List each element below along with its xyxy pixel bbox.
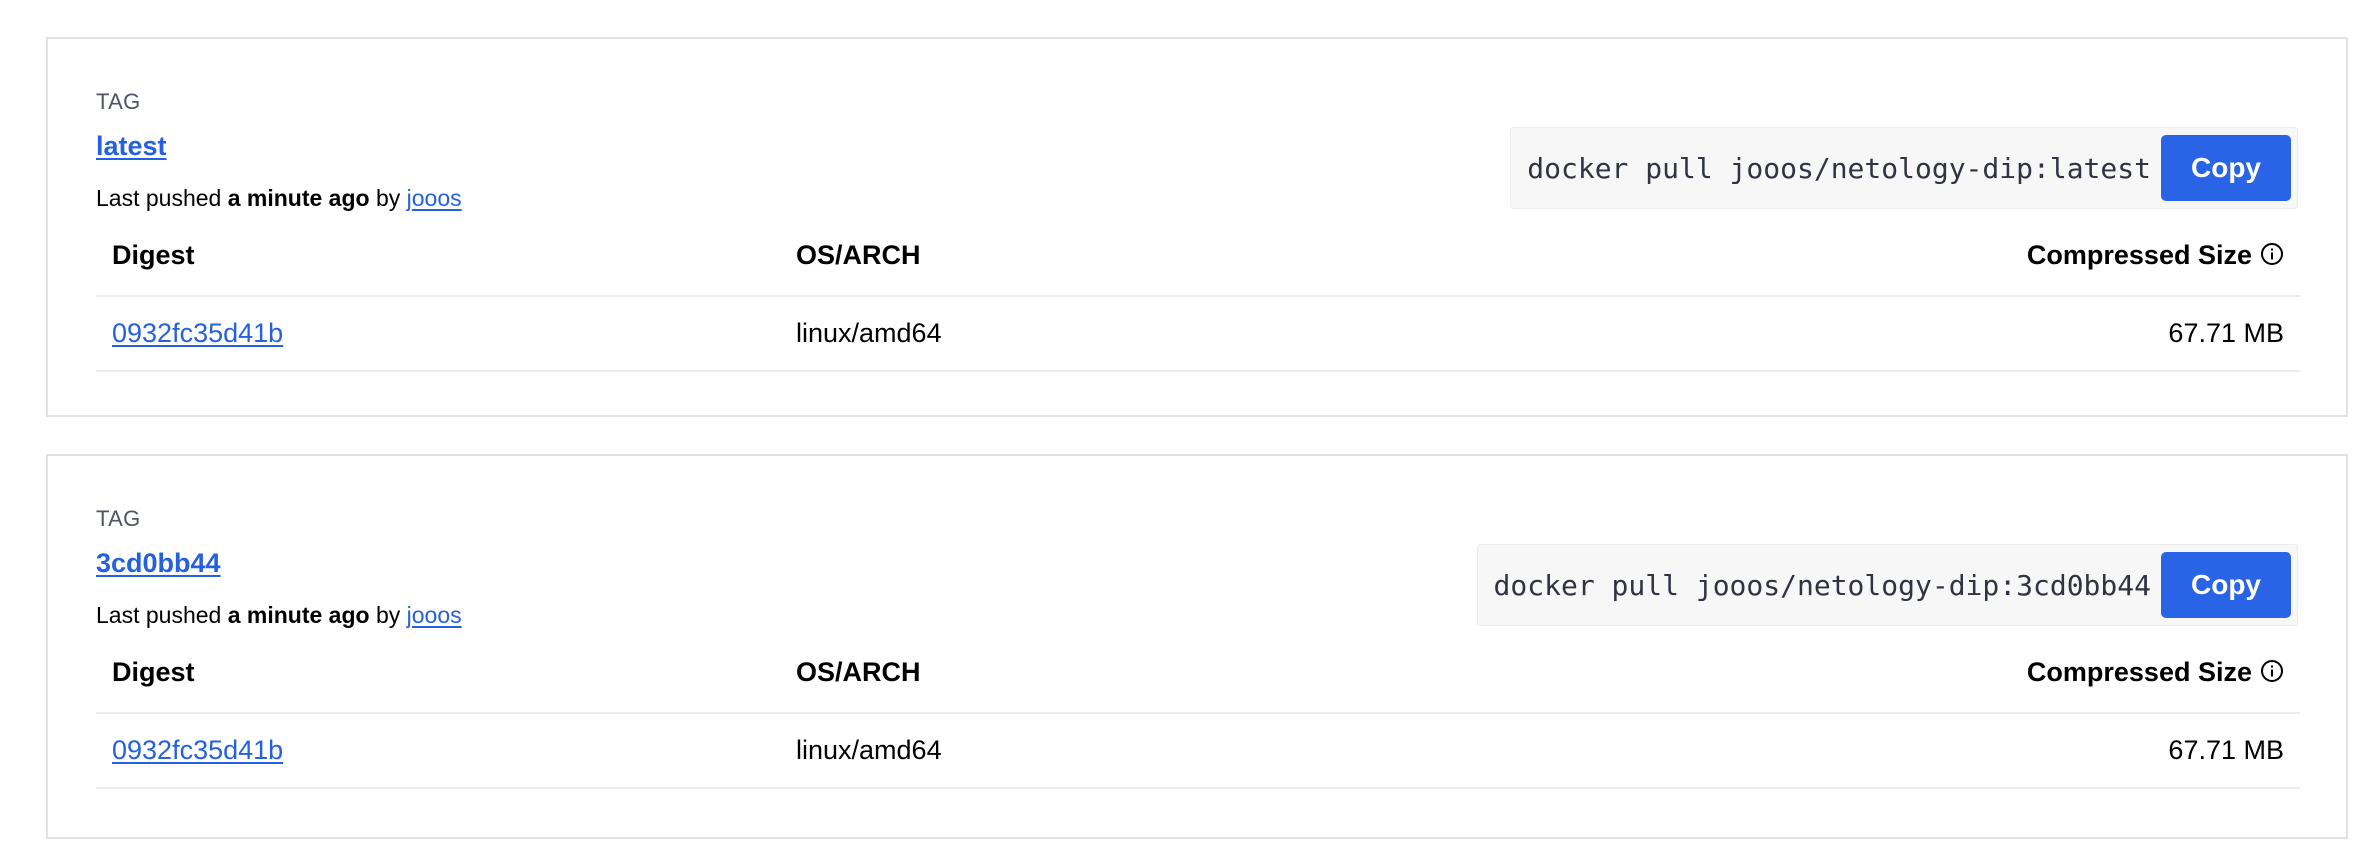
tag-caption: TAG xyxy=(96,506,141,531)
pushed-by-word: by xyxy=(369,185,407,211)
tag-card-3cd0bb44: TAG 3cd0bb44 Last pushed a minute ago by… xyxy=(46,454,2348,839)
table-header-row: Digest OS/ARCH Compressed Size xyxy=(96,632,2300,714)
compressed-size-header-label: Compressed Size xyxy=(2026,239,2252,270)
pushed-by-word: by xyxy=(369,602,407,628)
info-circle-icon[interactable] xyxy=(2260,242,2284,266)
pushed-by-user-link[interactable]: jooos xyxy=(407,185,462,211)
last-pushed-info: Last pushed a minute ago by jooos xyxy=(96,185,462,212)
tags-page: TAG latest Last pushed a minute ago by j… xyxy=(0,0,2380,868)
os-arch-cell: linux/amd64 xyxy=(780,296,1612,372)
os-arch-cell: linux/amd64 xyxy=(780,713,1612,789)
compressed-size-cell: 67.71 MB xyxy=(1612,713,2300,789)
digest-link[interactable]: 0932fc35d41b xyxy=(112,318,283,348)
digest-cell: 0932fc35d41b xyxy=(96,713,780,789)
image-table: Digest OS/ARCH Compressed Size 0932fc35d… xyxy=(96,632,2300,789)
tag-card-latest: TAG latest Last pushed a minute ago by j… xyxy=(46,37,2348,417)
compressed-size-header-label: Compressed Size xyxy=(2026,656,2252,687)
pull-command-text: docker pull jooos/netology-dip:3cd0bb44 xyxy=(1493,568,2151,602)
image-table: Digest OS/ARCH Compressed Size 0932fc35d… xyxy=(96,215,2300,372)
tag-name-link[interactable]: latest xyxy=(96,131,167,162)
compressed-size-header: Compressed Size xyxy=(1612,215,2300,297)
digest-header: Digest xyxy=(96,215,780,297)
compressed-size-header: Compressed Size xyxy=(1612,632,2300,714)
compressed-size-cell: 67.71 MB xyxy=(1612,296,2300,372)
last-pushed-info: Last pushed a minute ago by jooos xyxy=(96,602,462,629)
pushed-prefix: Last pushed xyxy=(96,185,228,211)
pushed-time: a minute ago xyxy=(227,185,370,211)
pull-command-box: docker pull jooos/netology-dip:3cd0bb44 … xyxy=(1476,544,2298,626)
pushed-by-user-link[interactable]: jooos xyxy=(407,602,462,628)
table-header-row: Digest OS/ARCH Compressed Size xyxy=(96,215,2300,297)
table-row: 0932fc35d41b linux/amd64 67.71 MB xyxy=(96,713,2300,789)
table-row: 0932fc35d41b linux/amd64 67.71 MB xyxy=(96,296,2300,372)
info-circle-icon[interactable] xyxy=(2260,659,2284,683)
copy-button[interactable]: Copy xyxy=(2161,552,2291,618)
tag-name-link[interactable]: 3cd0bb44 xyxy=(96,548,221,579)
copy-button[interactable]: Copy xyxy=(2161,135,2291,201)
digest-cell: 0932fc35d41b xyxy=(96,296,780,372)
pushed-prefix: Last pushed xyxy=(96,602,228,628)
os-arch-header: OS/ARCH xyxy=(780,632,1612,714)
os-arch-header: OS/ARCH xyxy=(780,215,1612,297)
pull-command-box: docker pull jooos/netology-dip:latest Co… xyxy=(1510,127,2298,209)
digest-header: Digest xyxy=(96,632,780,714)
digest-link[interactable]: 0932fc35d41b xyxy=(112,735,283,765)
pull-command-text: docker pull jooos/netology-dip:latest xyxy=(1527,151,2151,185)
tag-caption: TAG xyxy=(96,89,141,114)
pushed-time: a minute ago xyxy=(227,602,370,628)
